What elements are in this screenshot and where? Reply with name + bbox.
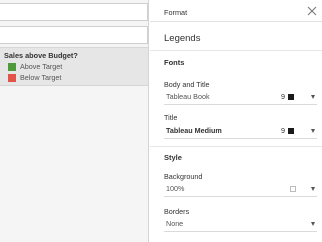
font-size-value: 9 [281,126,285,135]
legend-item-below-target[interactable]: Below Target [8,73,61,82]
section-heading-fonts: Fonts [164,58,185,67]
background-value: 100% [166,184,185,193]
format-pane-header: Format [150,0,322,22]
close-icon[interactable] [306,5,318,17]
color-legend[interactable]: Sales above Budget? Above Target Below T… [0,47,148,86]
legend-title: Sales above Budget? [4,51,78,60]
title-font-dropdown[interactable]: Tableau Medium 9 [164,123,317,139]
title-font-value: Tableau Medium [166,126,222,135]
chevron-down-icon [311,187,315,191]
legend-item-above-target[interactable]: Above Target [8,62,62,71]
shelf-row-2[interactable] [0,26,148,44]
body-title-font-label: Body and Title [164,80,210,89]
legend-item-label: Above Target [20,62,63,71]
borders-value: None [166,219,184,228]
pane-header-title: Format [164,8,188,17]
font-size-value: 9 [281,92,285,101]
format-pane: Format Legends Fonts Body and Title Tabl… [150,0,322,242]
legend-swatch [8,73,16,82]
background-label: Background [164,172,203,181]
pane-title: Legends [164,33,201,44]
background-dropdown[interactable]: 100% [164,181,317,197]
font-color-swatch [288,94,294,100]
divider [150,146,322,147]
background-color-swatch [290,186,296,192]
chevron-down-icon [311,95,315,99]
shelf-row-1[interactable] [0,3,148,21]
section-heading-style: Style [164,153,182,162]
worksheet-area: Sales above Budget? Above Target Below T… [0,0,149,242]
legend-item-label: Below Target [20,73,62,82]
font-color-swatch [288,128,294,134]
body-title-font-value: Tableau Book [166,92,210,101]
legend-swatch [8,62,16,71]
body-title-font-dropdown[interactable]: Tableau Book 9 [164,89,317,105]
divider [150,50,322,51]
chevron-down-icon [311,222,315,226]
borders-label: Borders [164,207,190,216]
title-font-label: Title [164,113,178,122]
chevron-down-icon [311,129,315,133]
borders-dropdown[interactable]: None [164,216,317,232]
